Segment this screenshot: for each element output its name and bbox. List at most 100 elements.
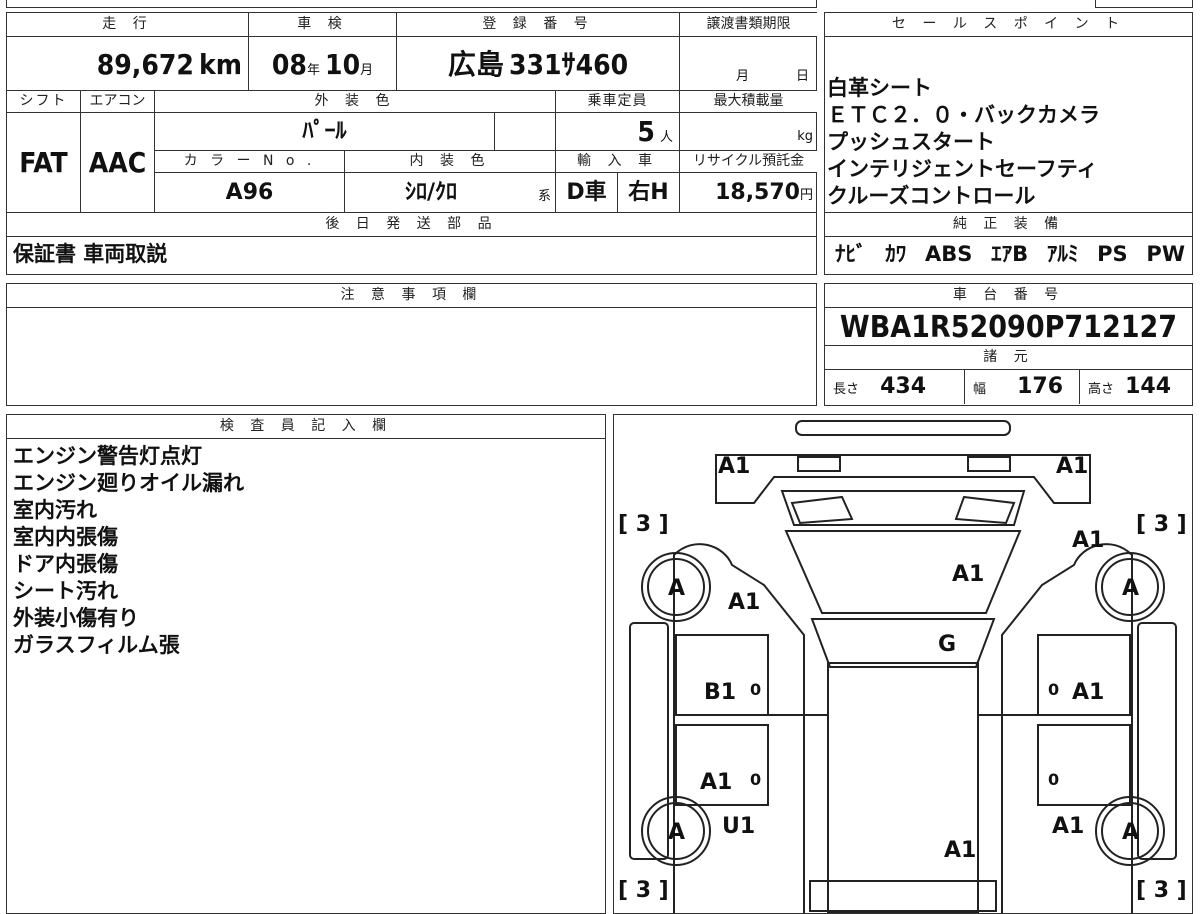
interior-color-suffix: 系 (537, 189, 551, 204)
inspector-item: エンジン廻りオイル漏れ (13, 471, 244, 495)
car-diagram: A1 A1 A1 A1 A1 G B1 A1 A1 U1 A1 A1 A A A… (618, 420, 1187, 913)
interior-color-value: ｼﾛ/ｸﾛ (405, 180, 458, 205)
mark-tire-fr: [ 3 ] (1136, 512, 1187, 537)
inspector-list: エンジン警告灯点灯 エンジン廻りオイル漏れ 室内汚れ 室内内張傷 ドア内張傷 シ… (13, 443, 244, 659)
mark-front-fender-right: A1 (1072, 528, 1104, 553)
mark-zero: 0 (1048, 680, 1059, 699)
headlight-left-shape (797, 456, 841, 472)
inspection-cell: 08年 10月 (249, 37, 397, 91)
mark-wheel-rr: A (1122, 820, 1139, 845)
grille-left-shape (790, 495, 854, 525)
aircon-cell: AAC (81, 113, 155, 212)
inspection-year: 08 (271, 48, 307, 81)
car-diagram-section: A1 A1 A1 A1 A1 G B1 A1 A1 U1 A1 A1 A A A… (613, 414, 1193, 914)
sales-point-item: プッシュスタート (827, 130, 995, 154)
notes-section: 注 意 事 項 欄 (6, 283, 817, 406)
sales-point-item: ＥＴＣ２．０・バックカメラ (827, 103, 1100, 127)
equipment-item: ｶﾜ (885, 242, 907, 266)
equipment-item: ｱﾙﾐ (1046, 242, 1079, 266)
deadline-day-unit: 日 (796, 69, 810, 84)
header-strip (6, 0, 817, 8)
equipment-item: ﾅﾋﾞ (835, 242, 867, 266)
capacity-header: 乗車定員 (556, 91, 680, 113)
mark-rear-fender-right: A1 (1052, 814, 1084, 839)
inspector-item: エンジン警告灯点灯 (13, 444, 202, 468)
length-value: 434 (880, 374, 927, 399)
mark-wheel-fr: A (1122, 576, 1139, 601)
equipment-item: PS (1097, 242, 1128, 266)
chassis-number: WBA1R52090P712127 (839, 310, 1178, 345)
later-parts-section: 後 日 発 送 部 品 保証書 車両取説 (6, 213, 817, 275)
aircon-value: AAC (88, 146, 147, 179)
shift-cell: FAT (7, 113, 81, 212)
mark-tire-rl: [ 3 ] (618, 878, 669, 903)
vehicle-info-table: 走 行 車 検 登 録 番 号 譲渡書類期限 89,672 km 08年 10月… (6, 12, 817, 213)
steering-cell: 右H (618, 173, 680, 212)
capacity-unit: 人 (659, 130, 673, 145)
equipment-item: ｴｱB (991, 242, 1029, 266)
headlight-right-shape (967, 456, 1011, 472)
inspector-item: 室内汚れ (13, 498, 97, 522)
grille-right-shape (954, 495, 1016, 525)
header-strip-right (1095, 0, 1193, 8)
length-cell: 長さ 434 (825, 370, 965, 404)
mark-front-door-left: B1 (704, 680, 736, 705)
registration-kana: ｻ (561, 48, 576, 81)
inspector-item: 外装小傷有り (13, 606, 139, 630)
width-cell: 幅 176 (965, 370, 1080, 404)
specs-header: 諸 元 (825, 346, 1192, 370)
aircon-header: エアコン (81, 91, 155, 113)
grille-shape (780, 490, 1026, 526)
inspector-header: 検 査 員 記 入 欄 (7, 415, 605, 439)
mark-hood: A1 (952, 562, 984, 587)
sales-point-item: 白革シート (827, 76, 932, 100)
mark-tire-rr: [ 3 ] (1136, 878, 1187, 903)
shift-value: FAT (19, 146, 68, 179)
equipment-list: ﾅﾋﾞ ｶﾜ ABS ｴｱB ｱﾙﾐ PS PW (835, 241, 1185, 268)
sales-points-list: 白革シート ＥＴＣ２．０・バックカメラ プッシュスタート インテリジェントセーフ… (827, 75, 1100, 210)
deadline-month-unit: 月 (736, 69, 750, 84)
registration-cell: 広島 331ｻ460 (397, 37, 680, 91)
chassis-header: 車 台 番 号 (825, 284, 1192, 308)
mileage-cell: 89,672 km (7, 37, 249, 91)
chassis-section: 車 台 番 号 WBA1R52090P712127 諸 元 長さ 434 幅 1… (824, 283, 1193, 406)
mileage-value: 89,672 (96, 48, 194, 81)
steering-value: 右H (628, 180, 669, 205)
registration-area: 広島 (447, 48, 504, 81)
mark-tire-fl: [ 3 ] (618, 512, 669, 537)
width-label: 幅 (973, 382, 987, 397)
recycle-header: リサイクル預託金 (680, 151, 817, 173)
mark-front-door-right: A1 (1072, 680, 1104, 705)
month-unit: 月 (360, 63, 374, 78)
registration-number: 331 (508, 48, 562, 81)
front-outline-shape (715, 454, 1091, 504)
max-load-unit: kg (797, 129, 813, 144)
transfer-deadline-cell: 月 日 (680, 37, 817, 91)
inspector-section: 検 査 員 記 入 欄 エンジン警告灯点灯 エンジン廻りオイル漏れ 室内汚れ 室… (6, 414, 606, 914)
mark-zero: 0 (1048, 770, 1059, 789)
mark-zero: 0 (750, 770, 761, 789)
import-type-value: D車 (566, 180, 607, 205)
max-load-cell: kg (680, 113, 817, 151)
registration-serial: 460 (575, 48, 629, 81)
inspector-item: 室内内張傷 (13, 525, 118, 549)
width-value: 176 (1017, 374, 1064, 399)
inspector-item: ガラスフィルム張 (13, 633, 180, 657)
sales-points-header: セ ー ル ス ポ イ ン ト (825, 13, 1192, 37)
year-unit: 年 (306, 63, 320, 78)
sales-point-item: クルーズコントロール (827, 184, 1036, 208)
import-type-cell: D車 (556, 173, 618, 212)
rear-window-shape (809, 880, 997, 912)
inspection-header: 車 検 (249, 13, 397, 37)
import-header: 輸 入 車 (556, 151, 680, 173)
color-no-cell: A96 (155, 173, 345, 212)
right-body-shape (1001, 543, 1133, 913)
color-no-header: カ ラ ー N o . (155, 151, 345, 173)
notes-header: 注 意 事 項 欄 (7, 284, 816, 308)
sales-point-item: インテリジェントセーフティ (827, 157, 1098, 181)
mark-roof-rear: A1 (944, 838, 976, 863)
chassis-number-cell: WBA1R52090P712127 (825, 308, 1192, 346)
exterior-color-value: ﾊﾟｰﾙ (302, 119, 347, 144)
height-value: 144 (1125, 374, 1172, 399)
mark-rear-door-left: A1 (700, 770, 732, 795)
